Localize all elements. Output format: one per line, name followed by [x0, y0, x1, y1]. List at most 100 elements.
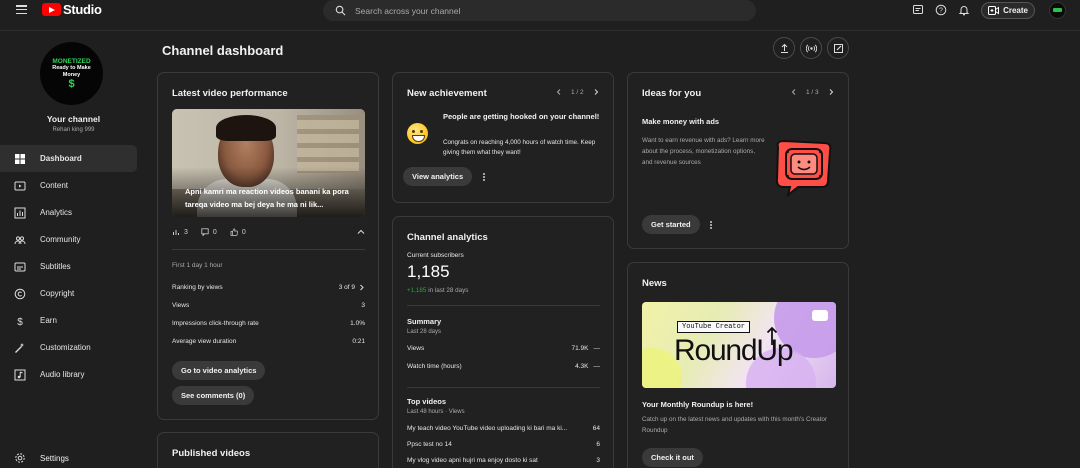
channel-name: Rehan king 999: [52, 127, 95, 133]
news-banner-tag: YouTube Creator: [677, 321, 751, 333]
views-stat: 3: [172, 228, 188, 236]
search-bar[interactable]: [323, 0, 756, 21]
metric-row-ranking[interactable]: Ranking by views 3 of 9: [172, 284, 365, 291]
top-video-row[interactable]: Ppsc test no 14 6: [407, 441, 600, 448]
see-comments-button[interactable]: See comments (0): [172, 386, 255, 405]
news-card: News YouTube Creator RoundUp Your Monthl…: [627, 262, 849, 468]
top-video-row[interactable]: My teach video YouTube video uploading k…: [407, 425, 600, 432]
subtitles-icon: [14, 262, 26, 271]
metric-value: 0:21: [352, 338, 365, 345]
chevron-left-icon[interactable]: [555, 88, 563, 96]
edit-pencil-icon: [833, 43, 843, 53]
search-input[interactable]: [355, 5, 735, 16]
published-videos-card: Published videos: [157, 432, 379, 468]
go-to-video-analytics-button[interactable]: Go to video analytics: [172, 361, 266, 380]
help-icon[interactable]: ?: [934, 3, 948, 17]
sidebar-item-label: Subtitles: [40, 262, 71, 271]
page-title: Channel dashboard: [162, 43, 284, 58]
chevron-up-icon[interactable]: [357, 228, 365, 236]
chevron-right-icon[interactable]: [592, 88, 600, 96]
chevron-right-icon[interactable]: [827, 88, 835, 96]
channel-avatar[interactable]: MONETIZED Ready to Make Money $: [40, 42, 103, 105]
metric-value: 3: [361, 302, 365, 309]
sidebar-nav: Dashboard Content Analytics Community Su…: [0, 145, 137, 388]
notifications-bell-icon[interactable]: [957, 3, 971, 17]
create-post-button[interactable]: [827, 37, 849, 59]
news-banner-image[interactable]: YouTube Creator RoundUp: [642, 302, 836, 388]
sidebar: MONETIZED Ready to Make Money $ Your cha…: [0, 31, 147, 468]
sidebar-item-community[interactable]: Community: [0, 226, 137, 253]
account-avatar[interactable]: [1049, 1, 1066, 19]
svg-text:$: $: [17, 317, 23, 327]
top-video-title: My teach video YouTube video uploading k…: [407, 425, 568, 432]
card-title: Ideas for you: [642, 88, 702, 99]
divider: [407, 387, 600, 388]
sidebar-item-audio-library[interactable]: Audio library: [0, 361, 137, 388]
check-it-out-button[interactable]: Check it out: [642, 448, 703, 467]
subscribers-delta: +1,185 in last 28 days: [407, 287, 468, 294]
likes-count: 0: [241, 228, 246, 236]
get-started-button[interactable]: Get started: [642, 215, 700, 234]
video-thumbnail[interactable]: Apni kamri ma reaction videos banani ka …: [172, 109, 365, 217]
card-title: Published videos: [172, 448, 251, 459]
pager-label: 1 / 2: [571, 88, 584, 96]
more-options-icon[interactable]: [480, 172, 488, 182]
sidebar-item-settings[interactable]: Settings: [0, 445, 137, 468]
menu-icon[interactable]: [16, 5, 27, 14]
studio-brand-label: Studio: [63, 2, 102, 17]
more-options-icon[interactable]: [707, 220, 715, 230]
upload-button[interactable]: [773, 37, 795, 59]
create-button-label: Create: [1003, 5, 1028, 15]
achievement-pager: 1 / 2: [555, 88, 600, 96]
view-analytics-button[interactable]: View analytics: [403, 167, 473, 186]
top-video-title: My vlog video apni hujri ma enjoy dosto …: [407, 457, 538, 464]
sidebar-item-copyright[interactable]: Copyright: [0, 280, 137, 307]
svg-text:?: ?: [939, 8, 943, 15]
summary-value: 71.9K: [571, 345, 589, 352]
youtube-play-icon: [812, 310, 828, 321]
go-live-button[interactable]: [800, 37, 822, 59]
idea-heading: Make money with ads: [642, 117, 720, 126]
video-caption: Apni kamri ma reaction videos banani ka …: [185, 187, 349, 209]
subscribers-delta-value: +1,185: [407, 287, 427, 294]
video-period: First 1 day 1 hour: [172, 262, 223, 269]
top-video-views: 3: [596, 457, 600, 464]
copyright-icon: [14, 288, 26, 299]
sidebar-item-label: Copyright: [40, 289, 75, 298]
sidebar-item-earn[interactable]: $ Earn: [0, 307, 137, 334]
subscribers-value: 1,185: [407, 262, 450, 281]
money-tv-illustration-icon: [775, 139, 832, 197]
content-icon: [14, 181, 26, 190]
metric-label: Impressions click-through rate: [172, 320, 259, 327]
metric-row-views: Views 3: [172, 302, 365, 309]
trend-dash-icon: —: [593, 363, 601, 370]
sidebar-item-label: Earn: [40, 316, 57, 325]
card-title: New achievement: [407, 88, 487, 99]
achievement-body: Congrats on reaching 4,000 hours of watc…: [443, 139, 596, 156]
sidebar-item-dashboard[interactable]: Dashboard: [0, 145, 137, 172]
summary-label: Views: [407, 345, 425, 352]
sidebar-item-customization[interactable]: Customization: [0, 334, 137, 361]
video-stats: 3 0 0: [172, 228, 365, 236]
metric-row-avd: Average view duration 0:21: [172, 338, 365, 345]
create-button[interactable]: Create: [981, 1, 1035, 19]
top-video-row[interactable]: My vlog video apni hujri ma enjoy dosto …: [407, 457, 600, 464]
metric-row-ctr: Impressions click-through rate 1.0%: [172, 320, 365, 327]
sidebar-item-label: Customization: [40, 343, 91, 352]
sidebar-item-subtitles[interactable]: Subtitles: [0, 253, 137, 280]
top-videos-title: Top videos: [407, 397, 447, 406]
studio-logo[interactable]: Studio: [42, 2, 102, 17]
top-video-title: Ppsc test no 14: [407, 441, 452, 448]
top-video-views: 6: [596, 441, 600, 448]
top-bar: Studio ? Create: [0, 0, 1080, 21]
views-count: 3: [184, 228, 188, 236]
youtube-logo-icon: [42, 3, 61, 16]
feedback-icon[interactable]: [911, 3, 925, 17]
analytics-icon: [14, 207, 26, 218]
sidebar-item-content[interactable]: Content: [0, 172, 137, 199]
chevron-left-icon[interactable]: [790, 88, 798, 96]
comments-count: 0: [212, 228, 217, 236]
arrow-up-icon: [766, 326, 778, 345]
sidebar-item-analytics[interactable]: Analytics: [0, 199, 137, 226]
divider: [407, 305, 600, 306]
